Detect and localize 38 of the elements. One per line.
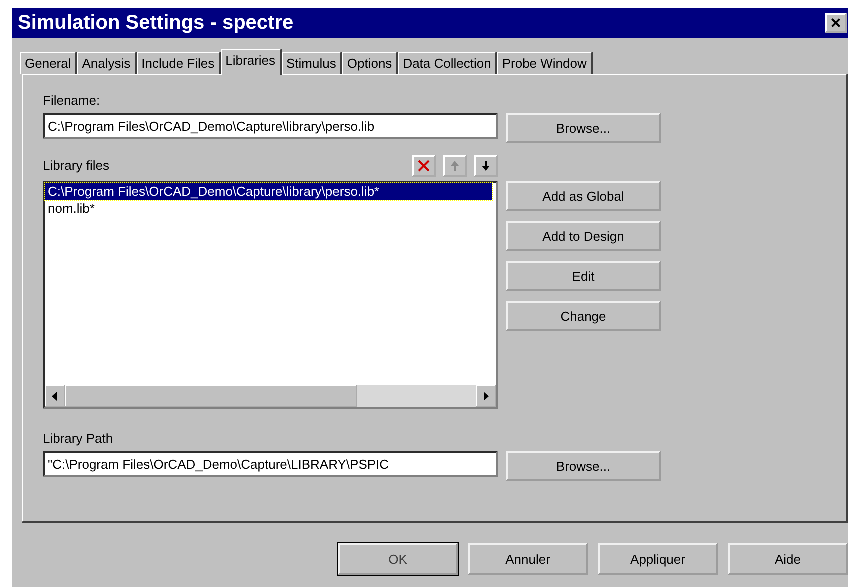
list-label: Library files <box>43 158 110 174</box>
library-path-field[interactable]: "C:\Program Files\OrCAD_Demo\Capture\LIBRARY\PSPIC <box>43 451 498 477</box>
list-item[interactable]: C:\Program Files\OrCAD_Demo\Capture\library\perso.lib* <box>45 183 492 200</box>
tab[interactable]: Include Files <box>136 52 221 74</box>
move-down-button[interactable] <box>474 155 498 177</box>
dialog-button[interactable]: OK <box>338 543 458 575</box>
down-arrow-icon <box>481 160 491 172</box>
browse-button[interactable]: Browse... <box>506 113 661 143</box>
up-arrow-icon <box>450 160 460 172</box>
field-label: Library Path <box>43 431 114 447</box>
filename-field[interactable]: C:\Program Files\OrCAD_Demo\Capture\library\perso.lib <box>43 113 498 139</box>
tab[interactable]: Probe Window <box>497 52 593 74</box>
action-button[interactable]: Change <box>506 301 661 331</box>
action-button[interactable]: Add to Design <box>506 221 661 251</box>
scrollbar-thumb[interactable] <box>65 385 357 407</box>
field-label: Filename: <box>43 93 102 109</box>
tab[interactable]: Stimulus <box>282 52 342 74</box>
tab[interactable]: General <box>20 52 78 74</box>
action-button[interactable]: Edit <box>506 261 661 291</box>
delete-button[interactable] <box>412 155 436 177</box>
dialog-button[interactable]: Annuler <box>468 543 588 575</box>
right-arrow-icon <box>483 392 489 400</box>
close-button[interactable]: × <box>825 13 847 33</box>
tab[interactable]: Libraries <box>220 49 282 75</box>
browse-button[interactable]: Browse... <box>506 451 661 481</box>
left-arrow-icon <box>52 392 58 400</box>
tab[interactable]: Data Collection <box>398 52 498 74</box>
scroll-right-button[interactable] <box>476 385 496 407</box>
x-icon <box>418 160 430 172</box>
list-item[interactable]: nom.lib* <box>45 200 496 217</box>
dialog-button[interactable]: Appliquer <box>598 543 718 575</box>
horizontal-scrollbar[interactable] <box>45 385 496 407</box>
tab[interactable]: Analysis <box>77 52 137 74</box>
scroll-left-button[interactable] <box>45 385 65 407</box>
tab[interactable]: Options <box>342 52 398 74</box>
dialog-button[interactable]: Aide <box>728 543 848 575</box>
window-title: Simulation Settings - spectre <box>18 12 294 34</box>
action-button[interactable]: Add as Global <box>506 181 661 211</box>
